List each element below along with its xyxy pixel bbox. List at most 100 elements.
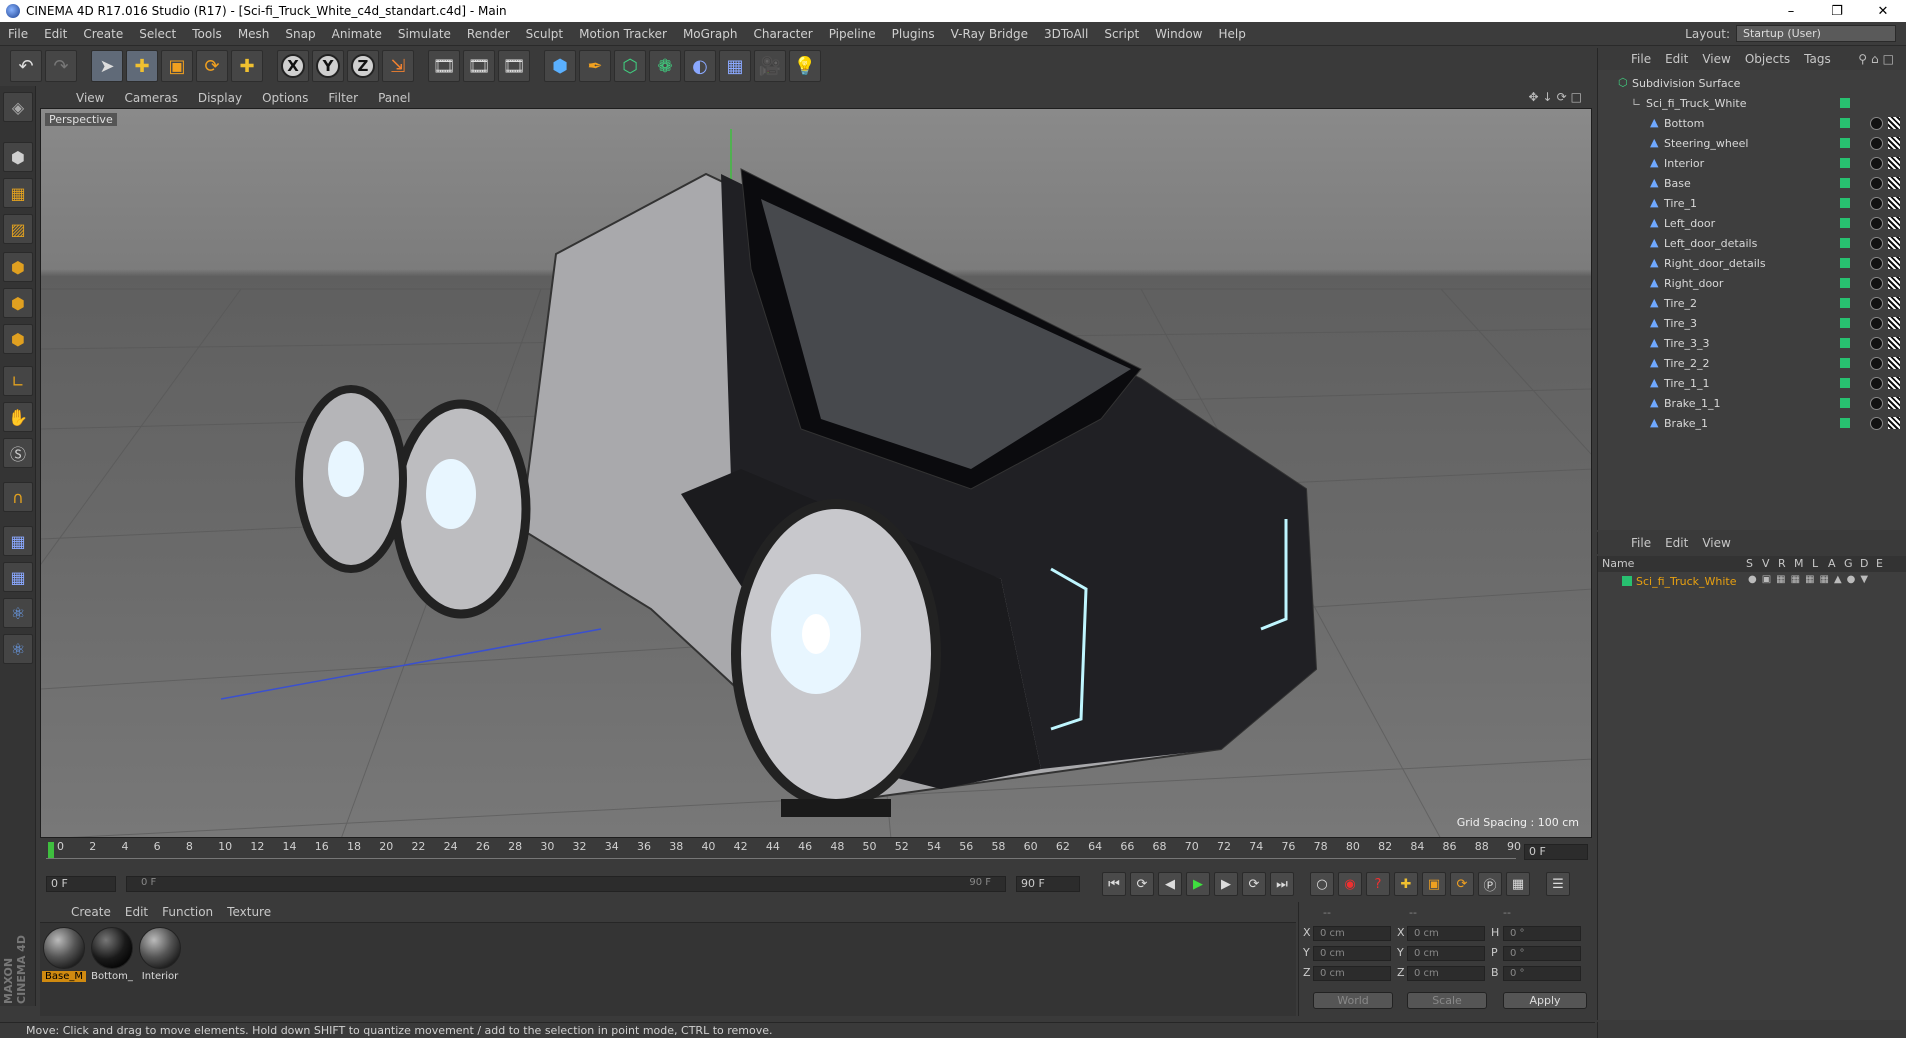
om-menu-objects[interactable]: Objects [1738, 52, 1797, 66]
layer-color-dot[interactable] [1622, 576, 1632, 586]
menu-character[interactable]: Character [745, 27, 820, 41]
texture-tag-icon[interactable] [1888, 277, 1900, 289]
object-row[interactable]: ▲ Tire_3 [1598, 314, 1906, 334]
layer-color-dot[interactable] [1840, 278, 1850, 288]
timeline-window-icon[interactable]: ☰ [1546, 872, 1570, 896]
rotation-p-field[interactable]: 0 ° [1503, 946, 1581, 961]
viewport-nav-icons[interactable]: ✥↓⟳□ [1528, 90, 1586, 104]
snap-icon[interactable]: Ⓢ [3, 438, 33, 468]
menu-3dtoall[interactable]: 3DToAll [1036, 27, 1096, 41]
position-z-field[interactable]: 0 cm [1313, 966, 1391, 981]
layer-manager-body[interactable]: Sci_fi_Truck_White ●▣▦▦▦▦▲●▼ [1597, 572, 1906, 1020]
object-row[interactable]: ▲ Brake_1 [1598, 414, 1906, 434]
om-menu-file[interactable]: File [1624, 52, 1658, 66]
object-row[interactable]: ▲ Tire_2 [1598, 294, 1906, 314]
rotation-b-field[interactable]: 0 ° [1503, 966, 1581, 981]
menu-animate[interactable]: Animate [324, 27, 390, 41]
playhead[interactable] [48, 842, 54, 858]
om-menu-view[interactable]: View [1695, 52, 1737, 66]
material-swatch[interactable]: Interior [138, 927, 182, 982]
viewport-menu-display[interactable]: Display [188, 91, 252, 105]
texture-tag-icon[interactable] [1888, 197, 1900, 209]
texture-tag-icon[interactable] [1888, 297, 1900, 309]
preview-range-slider[interactable]: 0 F 90 F [126, 876, 1006, 892]
material-tag-icon[interactable] [1870, 417, 1883, 430]
material-tag-icon[interactable] [1870, 317, 1883, 330]
menu-window[interactable]: Window [1147, 27, 1210, 41]
scale-icon[interactable]: ▣ [161, 50, 193, 82]
object-row[interactable]: ▲ Right_door_details [1598, 254, 1906, 274]
material-menu-create[interactable]: Create [64, 905, 118, 919]
make-editable-icon[interactable]: ◈ [3, 92, 33, 122]
menu-render[interactable]: Render [459, 27, 518, 41]
texture-tag-icon[interactable] [1888, 157, 1900, 169]
menu-tools[interactable]: Tools [184, 27, 230, 41]
menu-edit[interactable]: Edit [36, 27, 75, 41]
go-to-end-icon[interactable]: ⏭ [1270, 872, 1294, 896]
timeline-ruler[interactable]: 0 2 4 6 8 10 12 14 16 18 20 22 24 26 28 30 32 34 36 38 40 42 4… [46, 840, 1521, 866]
key-rotation-icon[interactable]: ⟳ [1450, 872, 1474, 896]
object-row[interactable]: ▲ Tire_1_1 [1598, 374, 1906, 394]
texture-tag-icon[interactable] [1888, 137, 1900, 149]
tweak-mode-icon[interactable]: ✋ [3, 402, 33, 432]
play-icon[interactable]: ▶ [1186, 872, 1210, 896]
start-frame-field[interactable]: 0 F [46, 876, 116, 892]
material-tag-icon[interactable] [1870, 337, 1883, 350]
layer-color-dot[interactable] [1840, 218, 1850, 228]
apply-button[interactable]: Apply [1503, 992, 1587, 1009]
end-frame-field[interactable]: 90 F [1016, 876, 1080, 892]
material-swatch[interactable]: Base_M [42, 927, 86, 982]
om-search-icons[interactable]: ⚲⌂□ [1858, 52, 1898, 66]
size-z-field[interactable]: 0 cm [1407, 966, 1485, 981]
next-frame-icon[interactable]: ▶ [1214, 872, 1238, 896]
texture-mode-icon[interactable]: ▦ [3, 178, 33, 208]
object-row[interactable]: ▲ Right_door [1598, 274, 1906, 294]
layout-select[interactable]: Startup (User) [1736, 25, 1896, 42]
layer-color-dot[interactable] [1840, 138, 1850, 148]
om-menu-tags[interactable]: Tags [1797, 52, 1838, 66]
object-row[interactable]: ▲ Brake_1_1 [1598, 394, 1906, 414]
undo-icon[interactable]: ↶ [10, 50, 42, 82]
viewport-menu-options[interactable]: Options [252, 91, 318, 105]
render-settings-icon[interactable]: 🎞 [498, 50, 530, 82]
key-point-level-icon[interactable]: ▦ [1506, 872, 1530, 896]
menu-vray-bridge[interactable]: V-Ray Bridge [943, 27, 1036, 41]
texture-tag-icon[interactable] [1888, 117, 1900, 129]
material-tag-icon[interactable] [1870, 257, 1883, 270]
select-icon[interactable]: ➤ [91, 50, 123, 82]
menu-mesh[interactable]: Mesh [230, 27, 278, 41]
rotate-icon[interactable]: ⟳ [196, 50, 228, 82]
size-y-field[interactable]: 0 cm [1407, 946, 1485, 961]
layer-color-dot[interactable] [1840, 238, 1850, 248]
pen-icon[interactable]: ✒ [579, 50, 611, 82]
material-manager[interactable]: Base_M Bottom_ Interior [40, 922, 1296, 1016]
material-tag-icon[interactable] [1870, 117, 1883, 130]
material-menu-edit[interactable]: Edit [118, 905, 155, 919]
key-parameter-icon[interactable]: Ⓟ [1478, 872, 1502, 896]
previous-key-icon[interactable]: ⟳ [1130, 872, 1154, 896]
record-active-objects-icon[interactable]: ◉ [1338, 872, 1362, 896]
menu-select[interactable]: Select [131, 27, 184, 41]
object-row[interactable]: ▲ Tire_3_3 [1598, 334, 1906, 354]
y-axis-icon[interactable]: Y [312, 50, 344, 82]
menu-file[interactable]: File [0, 27, 36, 41]
object-row[interactable]: ▲ Interior [1598, 154, 1906, 174]
object-row[interactable]: ▲ Left_door_details [1598, 234, 1906, 254]
minimize-button[interactable]: – [1768, 0, 1814, 22]
viewport-camera-label[interactable]: Perspective [45, 113, 117, 126]
layer-color-dot[interactable] [1840, 418, 1850, 428]
coordinate-system-icon[interactable]: ⇲ [382, 50, 414, 82]
viewport-menu-filter[interactable]: Filter [318, 91, 368, 105]
object-row[interactable]: ▲ Tire_1 [1598, 194, 1906, 214]
coordinate-space-select[interactable]: World [1313, 992, 1393, 1009]
position-x-field[interactable]: 0 cm [1313, 926, 1391, 941]
cube-icon[interactable]: ⬢ [544, 50, 576, 82]
z-axis-icon[interactable]: Z [347, 50, 379, 82]
object-row-group[interactable]: ∟ Sci_fi_Truck_White [1598, 94, 1906, 114]
object-row[interactable]: ▲ Bottom [1598, 114, 1906, 134]
position-y-field[interactable]: 0 cm [1313, 946, 1391, 961]
size-mode-select[interactable]: Scale [1407, 992, 1487, 1009]
layer-color-dot[interactable] [1840, 118, 1850, 128]
material-tag-icon[interactable] [1870, 277, 1883, 290]
close-button[interactable]: ✕ [1860, 0, 1906, 22]
